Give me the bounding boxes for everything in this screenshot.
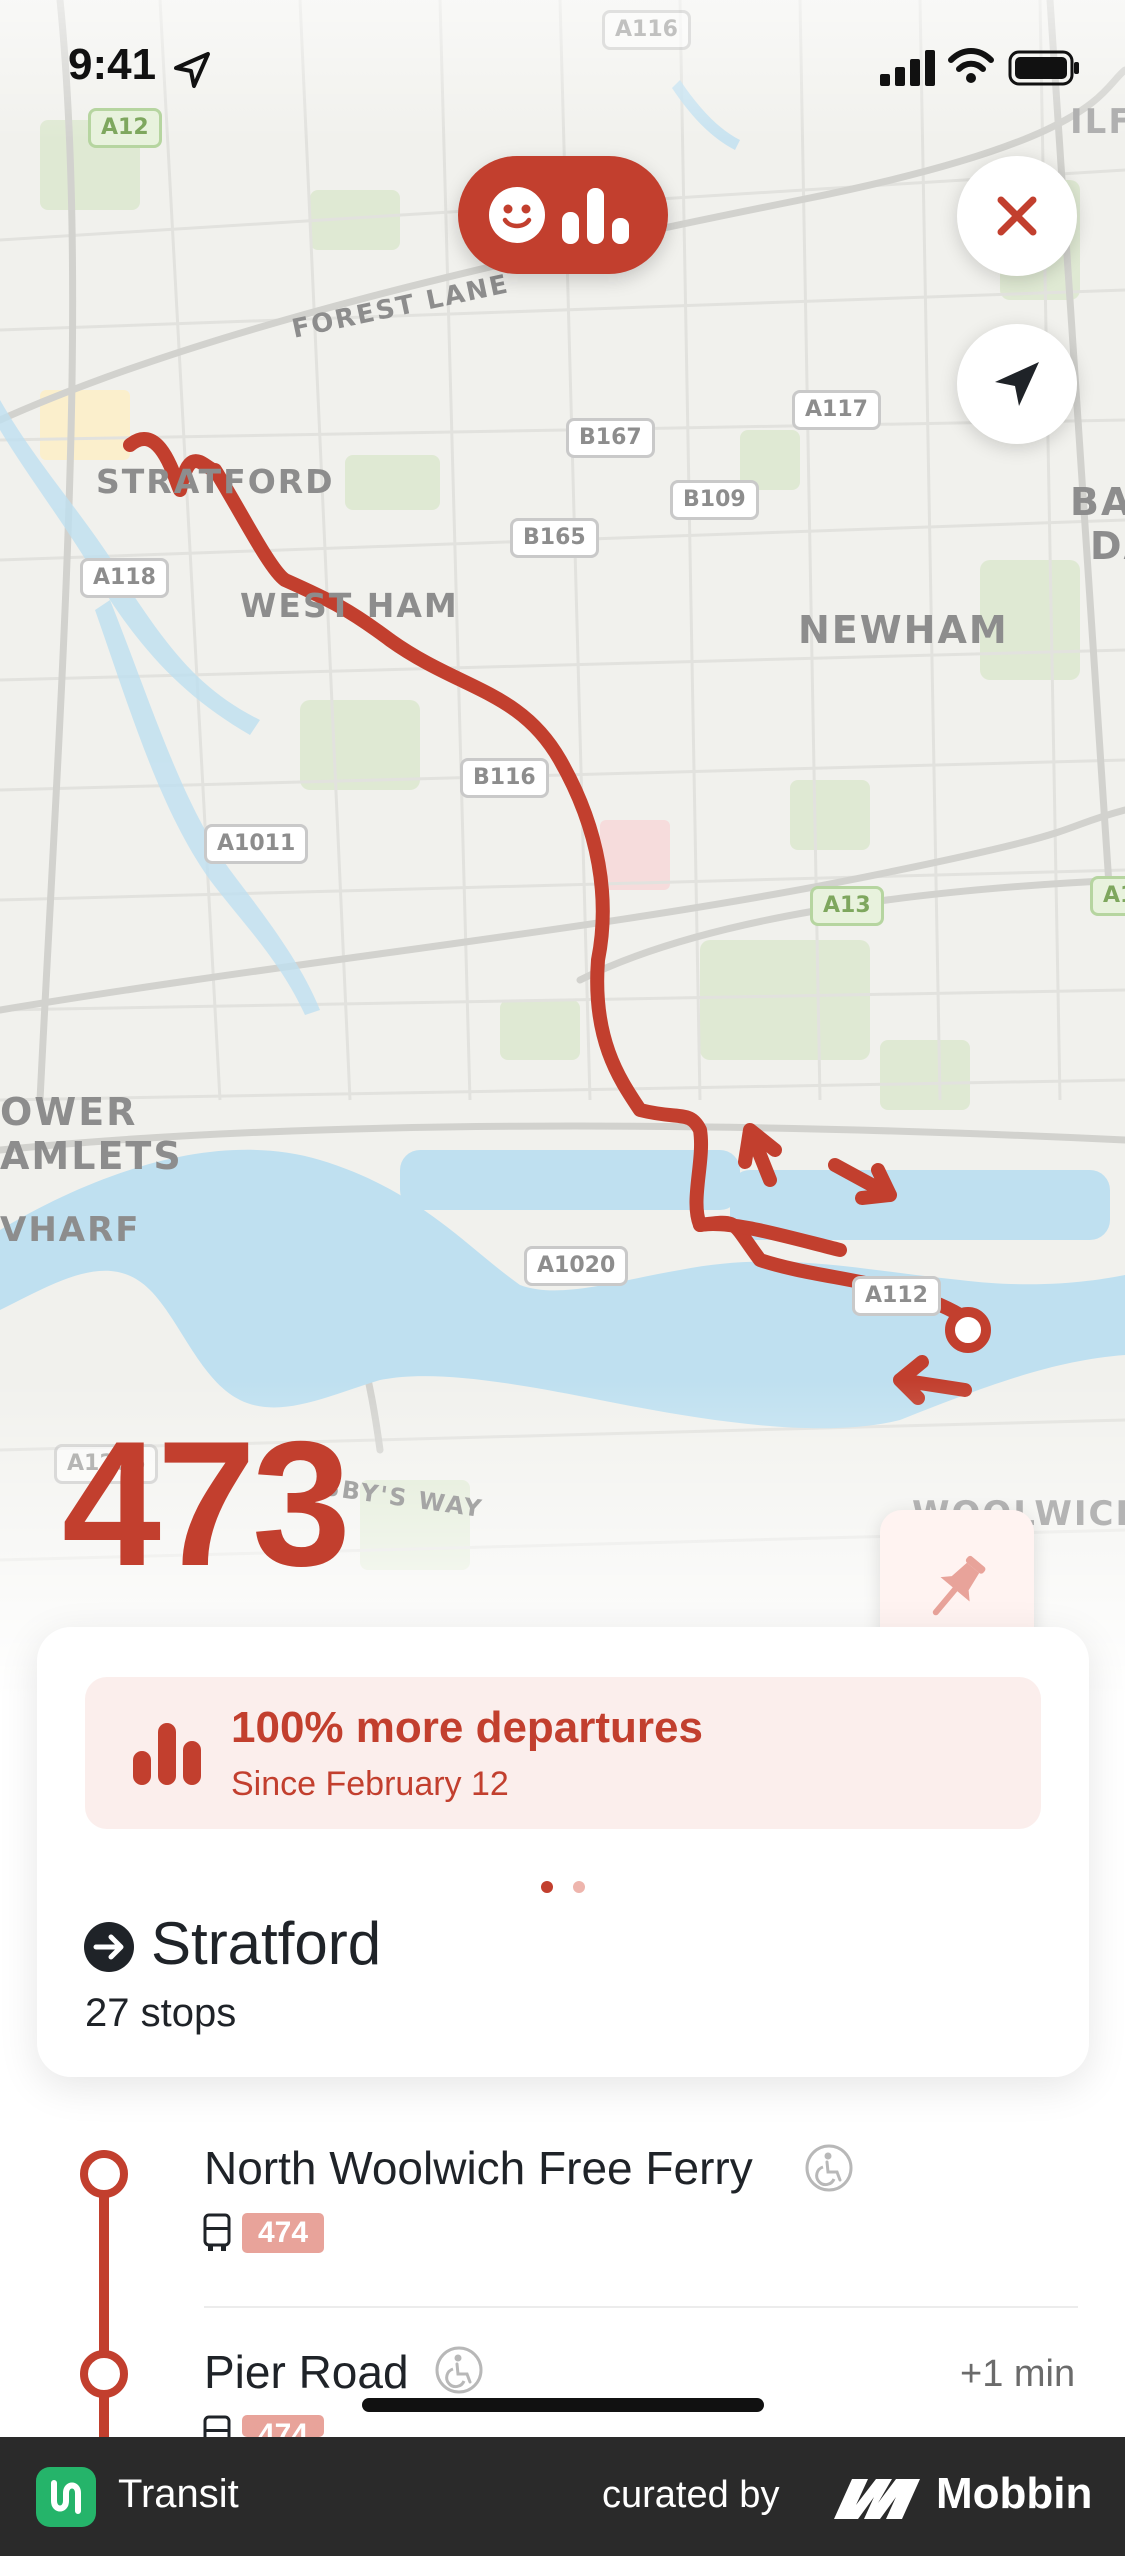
road-shield-a13: A13 (810, 886, 884, 926)
road-shield-a1011: A1011 (204, 824, 309, 864)
page-indicator-dot[interactable] (573, 1881, 585, 1893)
route-info-card[interactable]: 100% more departures Since February 12 S… (37, 1627, 1089, 2077)
smiley-icon (489, 187, 545, 243)
road-shield-a116: A116 (602, 10, 691, 50)
divider (204, 2306, 1078, 2308)
page-indicator-dot-active[interactable] (541, 1881, 553, 1893)
map-label-wharf: VHARF (0, 1210, 141, 1250)
status-time: 9:41 (68, 40, 157, 89)
direction-title[interactable]: Stratford (151, 1909, 381, 1978)
stats-button[interactable] (458, 156, 668, 274)
bar-chart-icon (133, 1723, 201, 1785)
map-label-newham: NEWHAM (798, 608, 1009, 652)
map-label-barking-2: DA (1090, 524, 1125, 568)
bar-chart-icon (562, 188, 629, 244)
road-shield-b109: B109 (670, 480, 759, 520)
transit-app-icon (36, 2467, 96, 2527)
home-indicator[interactable] (362, 2398, 764, 2412)
stop-list[interactable]: North Woolwich Free Ferry 474 Pier Road … (0, 2077, 1125, 2449)
list-item[interactable]: Pier Road +1 min 474 (0, 2309, 1125, 2449)
banner-title: 100% more departures (231, 1703, 703, 1752)
stop-name: Pier Road (204, 2346, 409, 2398)
direction-arrow-icon (84, 1922, 134, 1972)
footer-brand: Mobbin (936, 2469, 1093, 2518)
map-label-tower-hamlets-2: AMLETS (0, 1134, 183, 1178)
wheelchair-accessible-icon (805, 2144, 853, 2192)
stops-count: 27 stops (85, 1991, 237, 2035)
pushpin-icon (932, 1555, 986, 1616)
road-shield-a12: A12 (88, 108, 162, 148)
mobbin-logo-icon (834, 2479, 920, 2519)
route-badge: 474 (242, 2415, 324, 2437)
location-arrow-icon (174, 52, 210, 88)
road-shield-a117: A117 (792, 390, 881, 430)
road-shield-b116: B116 (460, 758, 549, 798)
road-shield-a118: A118 (80, 558, 169, 598)
map-label-ilford: ILFO (1070, 102, 1125, 142)
road-shield-a1020: A1020 (524, 1246, 629, 1286)
bus-icon (203, 2213, 231, 2251)
wifi-icon (948, 48, 994, 83)
battery-icon (1008, 50, 1079, 86)
locate-button[interactable] (957, 324, 1077, 444)
map-label-barking-1: BA (1070, 480, 1125, 524)
road-shield-b167: B167 (566, 418, 655, 458)
departures-banner[interactable]: 100% more departures Since February 12 (85, 1677, 1041, 1829)
road-shield-b165: B165 (510, 518, 599, 558)
banner-subtitle: Since February 12 (231, 1765, 509, 1803)
road-shield-a1-partial: A1 (1090, 876, 1125, 916)
footer-app-name: Transit (118, 2472, 239, 2516)
close-button[interactable] (957, 156, 1077, 276)
wheelchair-accessible-icon (435, 2346, 483, 2394)
list-item[interactable]: North Woolwich Free Ferry 474 (0, 2077, 1125, 2308)
route-badge: 474 (242, 2213, 324, 2253)
footer-curated-by: curated by (602, 2474, 780, 2516)
close-icon (997, 196, 1037, 236)
navigation-arrow-icon (995, 362, 1039, 406)
road-shield-a112: A112 (852, 1276, 941, 1316)
arrival-time: +1 min (960, 2353, 1076, 2395)
map-label-west-ham: WEST HAM (240, 586, 459, 625)
cellular-signal-icon (880, 50, 935, 86)
footer-bar: Transit curated by Mobbin (0, 2437, 1125, 2556)
map-label-tower-hamlets-1: OWER (0, 1090, 138, 1134)
stop-name: North Woolwich Free Ferry (204, 2142, 753, 2194)
route-number: 473 (62, 1404, 351, 1603)
map-label-stratford: STRATFORD (96, 462, 335, 501)
